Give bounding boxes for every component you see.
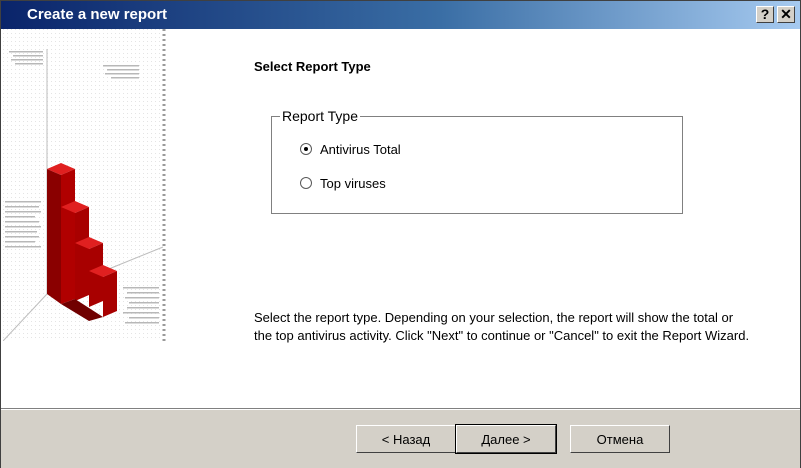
window-title: Create a new report (27, 6, 168, 23)
report-type-group: Report Type Antivirus Total Top viruses (271, 108, 683, 214)
page-title: Select Report Type (254, 59, 371, 74)
group-legend: Report Type (280, 108, 361, 124)
radio-label: Antivirus Total (320, 141, 401, 157)
wizard-illustration (2, 29, 167, 342)
close-button[interactable]: ✕ (777, 6, 795, 23)
bar-chart-illustration (2, 29, 166, 342)
button-bar: < Назад Далее > Отмена (1, 408, 800, 468)
radio-top-viruses[interactable]: Top viruses (300, 174, 386, 192)
help-button[interactable]: ? (756, 6, 774, 23)
wizard-window: Create a new report ? ✕ Select Report Ty… (0, 0, 801, 468)
radio-button-icon[interactable] (300, 177, 312, 189)
radio-label: Top viruses (320, 175, 386, 191)
radio-button-checked-icon[interactable] (300, 143, 312, 155)
title-bar[interactable]: Create a new report ? ✕ (1, 1, 800, 29)
back-button[interactable]: < Назад (356, 425, 456, 453)
wizard-content: Select Report Type Report Type Antivirus… (167, 29, 800, 409)
radio-antivirus-total[interactable]: Antivirus Total (300, 140, 401, 158)
next-button[interactable]: Далее > (455, 424, 557, 454)
description-text: Select the report type. Depending on you… (254, 310, 750, 343)
close-icon: ✕ (780, 6, 792, 22)
cancel-button[interactable]: Отмена (570, 425, 670, 453)
help-icon: ? (760, 6, 770, 22)
